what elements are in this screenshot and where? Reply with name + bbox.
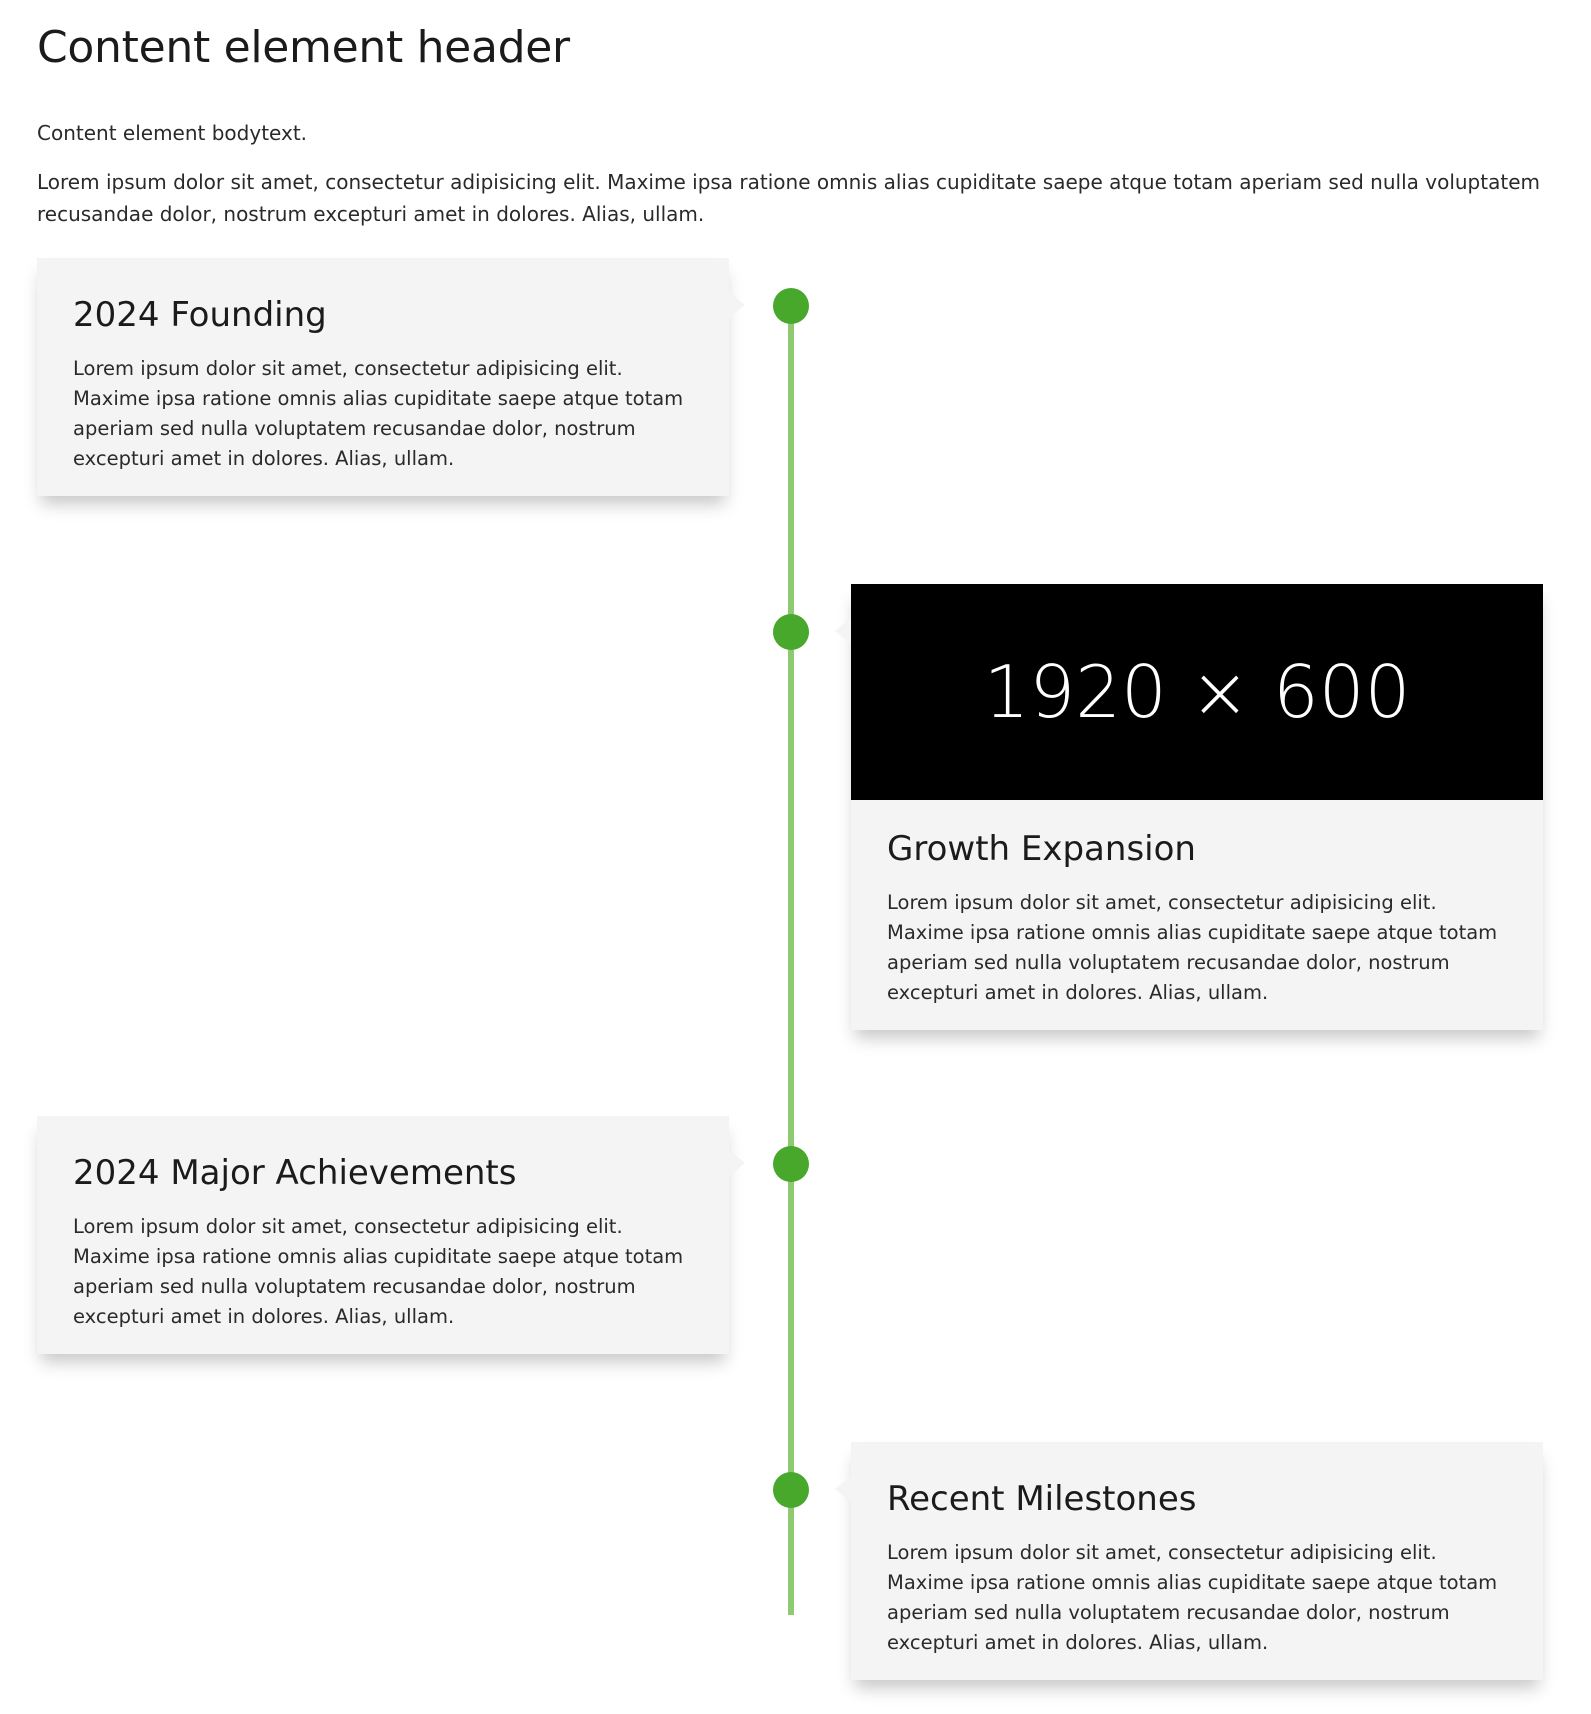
timeline-dot xyxy=(773,1146,809,1182)
timeline-card-text: Lorem ipsum dolor sit amet, consectetur … xyxy=(73,1215,684,1328)
timeline-card-text: Lorem ipsum dolor sit amet, consectetur … xyxy=(73,357,684,470)
timeline-line xyxy=(788,305,794,1615)
timeline-dot xyxy=(773,614,809,650)
timeline-dot xyxy=(773,1472,809,1508)
timeline-card-title: 2024 Founding xyxy=(73,295,327,335)
header-intro-text: Lorem ipsum dolor sit amet, consectetur … xyxy=(37,170,1540,226)
timeline-card-text: Lorem ipsum dolor sit amet, consectetur … xyxy=(887,891,1498,1004)
page-title: Content element header xyxy=(37,22,570,73)
timeline-card: 1920 × 600 Growth Expansion Lorem ipsum … xyxy=(835,584,1543,1030)
header-lead-text: Content element bodytext. xyxy=(37,121,308,145)
placeholder-image: 1920 × 600 xyxy=(851,584,1543,800)
card-pointer xyxy=(835,618,851,644)
timeline-card-title: 2024 Major Achievements xyxy=(73,1153,517,1193)
timeline-card: 2024 Founding Lorem ipsum dolor sit amet… xyxy=(37,258,745,496)
timeline-card-text: Lorem ipsum dolor sit amet, consectetur … xyxy=(887,1541,1498,1654)
timeline-card-title: Growth Expansion xyxy=(887,829,1196,869)
content-header-section: Content element header Content element b… xyxy=(37,18,1557,230)
card-pointer xyxy=(729,1150,745,1176)
timeline-dot xyxy=(773,288,809,324)
card-pointer xyxy=(729,292,745,318)
card-pointer xyxy=(835,1476,851,1502)
timeline-card: 2024 Major Achievements Lorem ipsum dolo… xyxy=(37,1116,745,1354)
timeline-card: Recent Milestones Lorem ipsum dolor sit … xyxy=(835,1442,1543,1680)
timeline-card-title: Recent Milestones xyxy=(887,1479,1197,1519)
